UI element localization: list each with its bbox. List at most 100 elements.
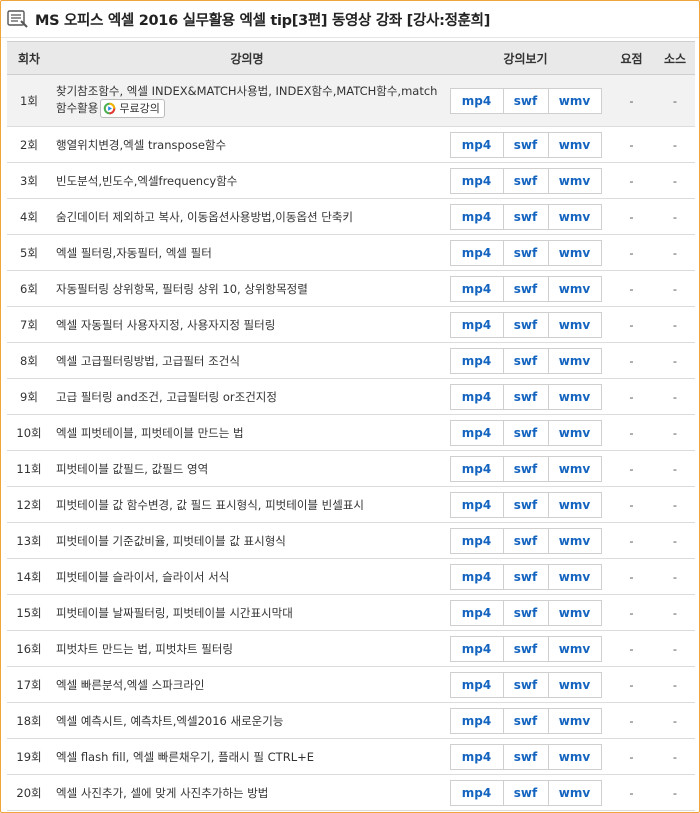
swf-button[interactable]: swf bbox=[502, 635, 549, 662]
swf-button[interactable]: swf bbox=[502, 419, 549, 446]
wmv-button[interactable]: wmv bbox=[547, 383, 602, 410]
lecture-title-cell: 피벗테이블 값 함수변경, 값 필드 표시형식, 피벗테이블 빈셀표시 bbox=[51, 497, 443, 513]
wmv-button[interactable]: wmv bbox=[547, 419, 602, 446]
swf-button[interactable]: swf bbox=[502, 239, 549, 266]
free-lecture-button[interactable]: 무료강의 bbox=[100, 99, 165, 118]
lecture-title-cell: 피벗테이블 값필드, 값필드 영역 bbox=[51, 461, 443, 477]
wmv-button[interactable]: wmv bbox=[547, 455, 602, 482]
swf-button[interactable]: swf bbox=[502, 671, 549, 698]
mp4-button[interactable]: mp4 bbox=[449, 419, 504, 446]
mp4-button[interactable]: mp4 bbox=[449, 707, 504, 734]
mp4-button[interactable]: mp4 bbox=[449, 311, 504, 338]
mp4-button[interactable]: mp4 bbox=[449, 527, 504, 554]
view-buttons: mp4 swf wmv bbox=[443, 419, 608, 446]
table-row: 19회 엑셀 flash fill, 엑셀 빠른채우기, 플래시 필 CTRL+E… bbox=[7, 739, 695, 775]
table-row: 11회 피벗테이블 값필드, 값필드 영역 mp4 swf wmv - - bbox=[7, 451, 695, 487]
lecture-number: 18회 bbox=[16, 713, 42, 728]
table-row: 17회 엑셀 빠른분석,엑셀 스파크라인 mp4 swf wmv - - bbox=[7, 667, 695, 703]
wmv-button[interactable]: wmv bbox=[547, 239, 602, 266]
swf-button[interactable]: swf bbox=[502, 563, 549, 590]
swf-button[interactable]: swf bbox=[502, 347, 549, 374]
swf-button[interactable]: swf bbox=[502, 455, 549, 482]
mp4-button[interactable]: mp4 bbox=[449, 671, 504, 698]
mp4-button[interactable]: mp4 bbox=[449, 455, 504, 482]
mp4-button[interactable]: mp4 bbox=[449, 87, 504, 114]
lecture-title: 엑셀 피벗테이블, 피벗테이블 만드는 법 bbox=[56, 425, 244, 440]
source-cell: - bbox=[672, 461, 678, 476]
wmv-button[interactable]: wmv bbox=[547, 167, 602, 194]
swf-button[interactable]: swf bbox=[502, 87, 549, 114]
source-cell: - bbox=[672, 245, 678, 260]
source-cell: - bbox=[672, 533, 678, 548]
source-cell: - bbox=[672, 317, 678, 332]
lecture-title-cell: 숨긴데이터 제외하고 복사, 이동옵션사용방법,이동옵션 단축키 bbox=[51, 209, 443, 225]
lecture-number: 20회 bbox=[16, 785, 42, 800]
view-buttons: mp4 swf wmv bbox=[443, 203, 608, 230]
lecture-number: 14회 bbox=[16, 569, 42, 584]
swf-button[interactable]: swf bbox=[502, 167, 549, 194]
swf-button[interactable]: swf bbox=[502, 203, 549, 230]
lecture-title-cell: 자동필터링 상위항목, 필터링 상위 10, 상위항목정렬 bbox=[51, 281, 443, 297]
swf-button[interactable]: swf bbox=[502, 527, 549, 554]
wmv-button[interactable]: wmv bbox=[547, 203, 602, 230]
summary-cell: - bbox=[629, 137, 634, 152]
lecture-number: 8회 bbox=[20, 353, 38, 368]
lecture-title: 피벗테이블 기준값비율, 피벗테이블 값 표시형식 bbox=[56, 533, 286, 548]
wmv-button[interactable]: wmv bbox=[547, 275, 602, 302]
wmv-button[interactable]: wmv bbox=[547, 599, 602, 626]
wmv-button[interactable]: wmv bbox=[547, 707, 602, 734]
view-buttons: mp4 swf wmv bbox=[443, 491, 608, 518]
summary-cell: - bbox=[629, 569, 634, 584]
view-buttons: mp4 swf wmv bbox=[443, 599, 608, 626]
mp4-button[interactable]: mp4 bbox=[449, 347, 504, 374]
wmv-button[interactable]: wmv bbox=[547, 743, 602, 770]
mp4-button[interactable]: mp4 bbox=[449, 275, 504, 302]
summary-cell: - bbox=[629, 641, 634, 656]
swf-button[interactable]: swf bbox=[502, 383, 549, 410]
table-row: 16회 피벗차트 만드는 법, 피벗차트 필터링 mp4 swf wmv - - bbox=[7, 631, 695, 667]
lecture-title: 엑셀 예측시트, 예측차트,엑셀2016 새로운기능 bbox=[56, 713, 284, 728]
mp4-button[interactable]: mp4 bbox=[449, 743, 504, 770]
table-row: 8회 엑셀 고급필터링방법, 고급필터 조건식 mp4 swf wmv - - bbox=[7, 343, 695, 379]
swf-button[interactable]: swf bbox=[502, 599, 549, 626]
summary-cell: - bbox=[629, 533, 634, 548]
mp4-button[interactable]: mp4 bbox=[449, 239, 504, 266]
mp4-button[interactable]: mp4 bbox=[449, 131, 504, 158]
swf-button[interactable]: swf bbox=[502, 311, 549, 338]
mp4-button[interactable]: mp4 bbox=[449, 563, 504, 590]
wmv-button[interactable]: wmv bbox=[547, 527, 602, 554]
swf-button[interactable]: swf bbox=[502, 491, 549, 518]
view-buttons: mp4 swf wmv bbox=[443, 275, 608, 302]
summary-cell: - bbox=[629, 281, 634, 296]
table-row: 13회 피벗테이블 기준값비율, 피벗테이블 값 표시형식 mp4 swf wmv - - bbox=[7, 523, 695, 559]
view-buttons: mp4 swf wmv bbox=[443, 239, 608, 266]
mp4-button[interactable]: mp4 bbox=[449, 203, 504, 230]
source-cell: - bbox=[672, 137, 678, 152]
swf-button[interactable]: swf bbox=[502, 131, 549, 158]
table-row: 3회 빈도분석,빈도수,엑셀frequency함수 mp4 swf wmv - - bbox=[7, 163, 695, 199]
wmv-button[interactable]: wmv bbox=[547, 563, 602, 590]
source-cell: - bbox=[672, 389, 678, 404]
wmv-button[interactable]: wmv bbox=[547, 131, 602, 158]
swf-button[interactable]: swf bbox=[502, 275, 549, 302]
source-cell: - bbox=[672, 569, 678, 584]
wmv-button[interactable]: wmv bbox=[547, 635, 602, 662]
wmv-button[interactable]: wmv bbox=[547, 779, 602, 806]
source-cell: - bbox=[672, 93, 678, 108]
table-row: 12회 피벗테이블 값 함수변경, 값 필드 표시형식, 피벗테이블 빈셀표시 mp… bbox=[7, 487, 695, 523]
lecture-title-cell: 엑셀 고급필터링방법, 고급필터 조건식 bbox=[51, 353, 443, 369]
mp4-button[interactable]: mp4 bbox=[449, 383, 504, 410]
mp4-button[interactable]: mp4 bbox=[449, 599, 504, 626]
wmv-button[interactable]: wmv bbox=[547, 87, 602, 114]
mp4-button[interactable]: mp4 bbox=[449, 167, 504, 194]
wmv-button[interactable]: wmv bbox=[547, 347, 602, 374]
mp4-button[interactable]: mp4 bbox=[449, 779, 504, 806]
wmv-button[interactable]: wmv bbox=[547, 671, 602, 698]
swf-button[interactable]: swf bbox=[502, 743, 549, 770]
mp4-button[interactable]: mp4 bbox=[449, 491, 504, 518]
wmv-button[interactable]: wmv bbox=[547, 491, 602, 518]
swf-button[interactable]: swf bbox=[502, 707, 549, 734]
wmv-button[interactable]: wmv bbox=[547, 311, 602, 338]
swf-button[interactable]: swf bbox=[502, 779, 549, 806]
mp4-button[interactable]: mp4 bbox=[449, 635, 504, 662]
